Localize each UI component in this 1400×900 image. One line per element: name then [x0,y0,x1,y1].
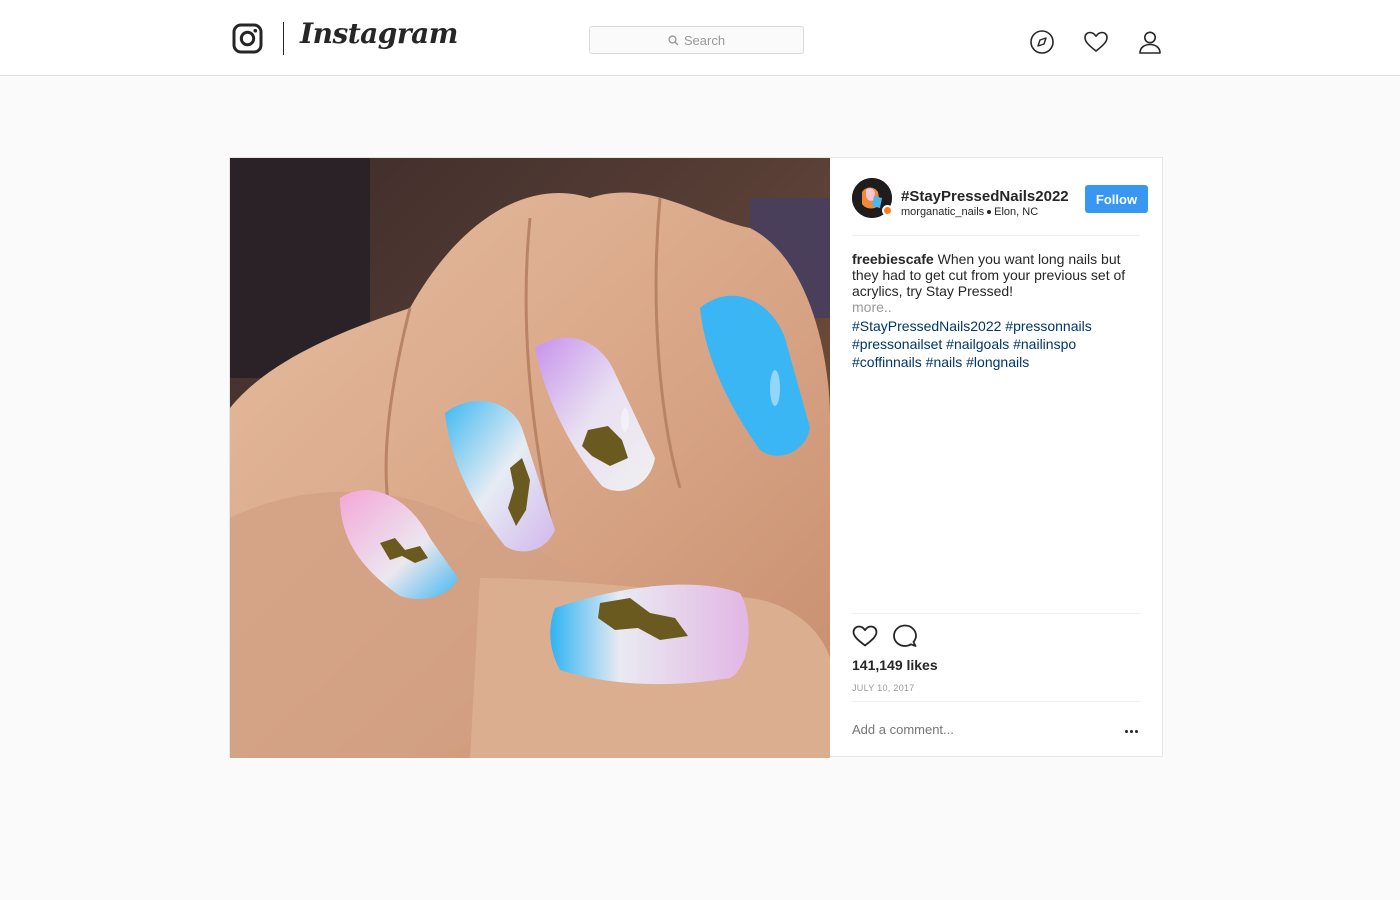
post-location[interactable]: Elon, NC [994,206,1038,218]
more-options-icon[interactable] [1123,724,1139,738]
post-username[interactable]: morganatic_nails [901,206,984,218]
divider [852,235,1140,236]
post-card: #StayPressedNails2022 morganatic_nails El… [229,157,1164,758]
explore-compass-icon[interactable] [1029,29,1055,55]
separator-dot [987,210,992,215]
logo-divider [283,22,284,55]
comment-input[interactable] [852,722,1102,737]
account-subline: morganatic_nails Elon, NC [901,206,1038,218]
instagram-glyph-icon[interactable] [232,23,263,54]
like-count[interactable]: 141,149 likes [852,657,938,673]
caption-username[interactable]: freebiescafe [852,251,934,267]
divider [852,613,1140,614]
post-photo[interactable] [230,158,830,758]
more-link[interactable]: more.. [852,299,1142,315]
hashtags[interactable]: #StayPressedNails2022 #pressonnails #pre… [852,317,1142,371]
post-date: JULY 10, 2017 [852,683,915,693]
divider [852,701,1140,702]
post-caption: freebiescafe When you want long nails bu… [852,251,1142,315]
search-box[interactable]: Search [589,26,804,54]
account-title[interactable]: #StayPressedNails2022 [901,188,1069,205]
search-placeholder: Search [683,32,726,48]
follow-button[interactable]: Follow [1085,185,1148,213]
activity-heart-icon[interactable] [1083,29,1109,55]
like-heart-icon[interactable] [852,624,878,648]
search-icon [668,34,679,45]
story-badge [882,205,893,216]
dot [1134,729,1138,733]
profile-user-icon[interactable] [1137,29,1163,55]
comment-bubble-icon[interactable] [892,623,918,649]
dot [1129,729,1133,733]
top-navigation-bar: Instagram Search [0,0,1400,76]
nail-photo-illustration [230,158,830,758]
dot [1124,729,1128,733]
post-details-panel: #StayPressedNails2022 morganatic_nails El… [830,158,1164,758]
instagram-wordmark[interactable]: Instagram [300,17,458,50]
